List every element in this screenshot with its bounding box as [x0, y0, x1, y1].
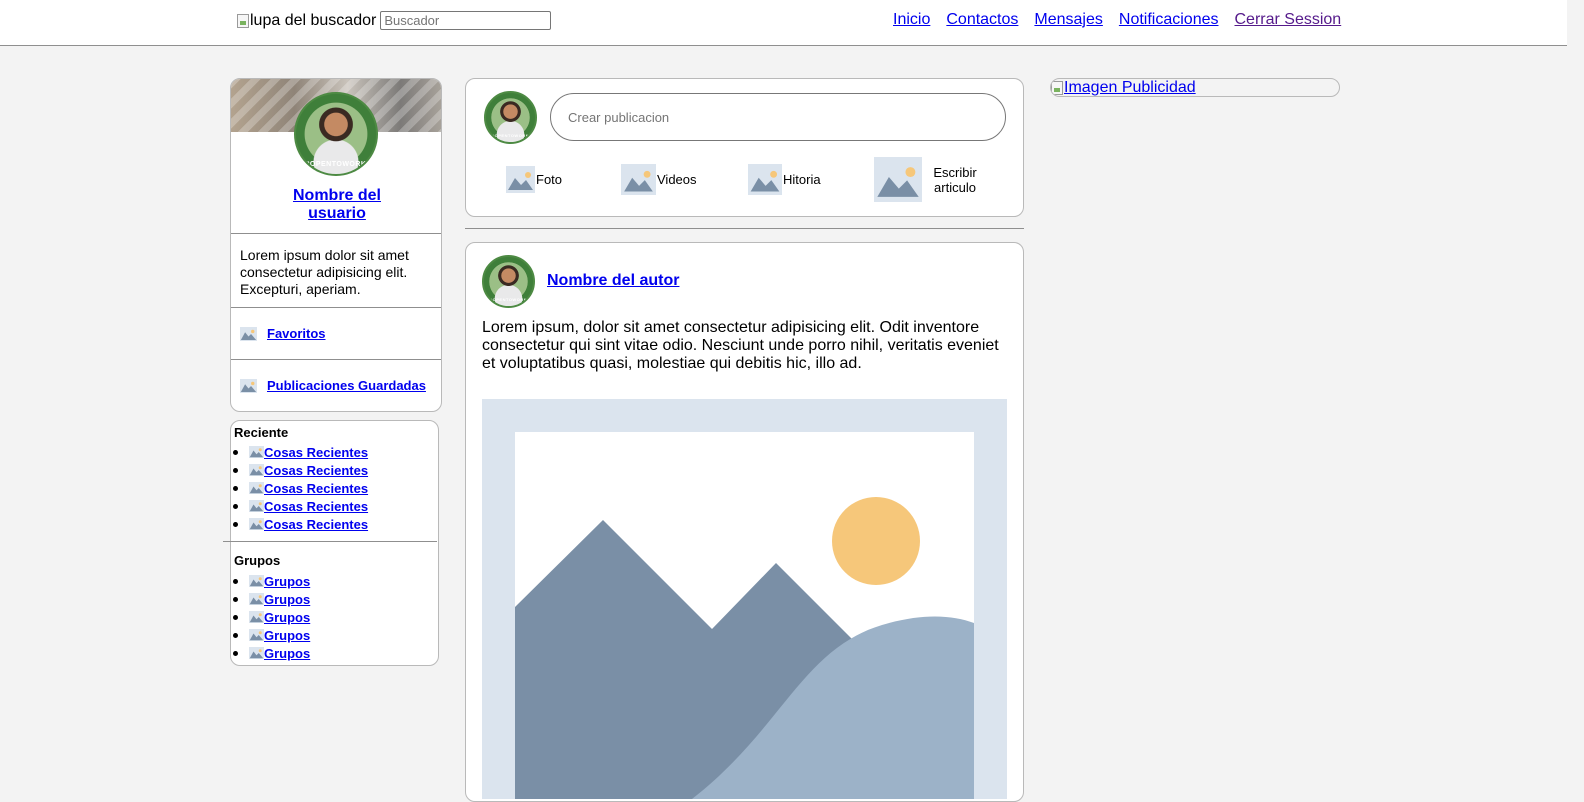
divider: [231, 307, 441, 308]
recent-heading: Reciente: [234, 425, 289, 440]
image-placeholder-icon: [249, 500, 264, 512]
post-image: [482, 399, 1007, 799]
profile-avatar: #OPENTOWORK: [294, 92, 378, 176]
nav-inicio[interactable]: Inicio: [893, 11, 930, 29]
videos-label: Videos: [657, 172, 697, 187]
list-item: Grupos: [232, 608, 310, 626]
ad-alt-text: Imagen Publicidad: [1064, 79, 1196, 96]
image-placeholder-icon: [249, 446, 264, 458]
feed-divider: [465, 228, 1024, 229]
list-item: Grupos: [232, 644, 310, 662]
image-placeholder-icon: [249, 647, 264, 659]
broken-image-icon: [237, 13, 249, 28]
divider: [231, 359, 441, 360]
author-name-link[interactable]: Nombre del autor: [547, 272, 679, 290]
photo-button[interactable]: Foto: [506, 166, 562, 193]
image-placeholder-icon: [249, 575, 264, 587]
author-avatar: #OPENTOWORK: [482, 255, 535, 308]
recent-link[interactable]: Cosas Recientes: [264, 517, 368, 532]
image-placeholder-icon: [249, 464, 264, 476]
list-item: Grupos: [232, 626, 310, 644]
image-placeholder-icon: [249, 593, 264, 605]
photo-label: Foto: [536, 172, 563, 187]
image-placeholder-icon: [249, 518, 264, 530]
nav-mensajes[interactable]: Mensajes: [1034, 11, 1102, 29]
search-icon: lupa del buscador: [237, 12, 376, 30]
search-input[interactable]: [380, 11, 552, 30]
list-item: Grupos: [232, 590, 310, 608]
group-link[interactable]: Grupos: [264, 610, 310, 625]
broken-image-icon: [1051, 80, 1063, 95]
publicaciones-guardadas-item: Publicaciones Guardadas: [240, 378, 426, 393]
top-header: lupa del buscador Inicio Contactos Mensa…: [0, 0, 1584, 46]
image-placeholder-icon: [506, 166, 535, 193]
profile-name-link[interactable]: Nombre del usuario: [282, 187, 392, 223]
ad-link[interactable]: Imagen Publicidad: [1051, 79, 1196, 96]
nav-contactos[interactable]: Contactos: [946, 11, 1018, 29]
image-placeholder-icon: [240, 378, 257, 393]
create-post-input[interactable]: Crear publicacion: [550, 93, 1006, 141]
image-placeholder-icon: [240, 326, 257, 341]
list-item: Grupos: [232, 572, 310, 590]
groups-heading: Grupos: [234, 553, 281, 568]
composer-avatar: #OPENTOWORK: [484, 91, 537, 144]
profile-name: Nombre del usuario: [231, 187, 441, 223]
create-post-card: #OPENTOWORK Crear publicacion Foto Video…: [465, 78, 1024, 217]
image-placeholder-icon: [249, 629, 264, 641]
group-link[interactable]: Grupos: [264, 592, 310, 607]
group-link[interactable]: Grupos: [264, 646, 310, 661]
scrollbar[interactable]: [1567, 0, 1584, 775]
image-placeholder-icon: [249, 482, 264, 494]
profile-description: Lorem ipsum dolor sit amet consectetur a…: [240, 247, 409, 297]
nav-notificaciones[interactable]: Notificaciones: [1119, 11, 1219, 29]
divider: [231, 233, 441, 234]
list-item: Cosas Recientes: [232, 479, 368, 497]
search-bar: lupa del buscador: [237, 11, 552, 30]
image-placeholder-icon: [748, 164, 782, 195]
recent-link[interactable]: Cosas Recientes: [264, 499, 368, 514]
recent-link[interactable]: Cosas Recientes: [264, 445, 368, 460]
divider: [223, 541, 437, 542]
historia-button[interactable]: Hitoria: [748, 164, 821, 195]
nav-cerrar-session[interactable]: Cerrar Session: [1235, 11, 1342, 29]
search-icon-alt-text: lupa del buscador: [250, 11, 377, 29]
open-to-work-badge: #OPENTOWORK: [489, 297, 528, 302]
favoritos-item: Favoritos: [240, 326, 326, 341]
profile-card: #OPENTOWORK Nombre del usuario Lorem ips…: [230, 78, 442, 412]
recent-groups-card: Reciente Cosas Recientes Cosas Recientes…: [223, 420, 439, 666]
recent-link[interactable]: Cosas Recientes: [264, 481, 368, 496]
recent-list: Cosas Recientes Cosas Recientes Cosas Re…: [232, 443, 368, 533]
main-nav: Inicio Contactos Mensajes Notificaciones…: [893, 11, 1341, 29]
videos-button[interactable]: Videos: [621, 164, 697, 195]
recent-link[interactable]: Cosas Recientes: [264, 463, 368, 478]
write-article-label: Escribir articulo: [933, 164, 977, 195]
list-item: Cosas Recientes: [232, 497, 368, 515]
image-placeholder-icon: [621, 164, 656, 195]
post-card: #OPENTOWORK Nombre del autor Lorem ipsum…: [465, 242, 1024, 802]
list-item: Cosas Recientes: [232, 443, 368, 461]
ad-banner: Imagen Publicidad: [1050, 78, 1340, 97]
image-placeholder-icon: [249, 611, 264, 623]
write-article-button[interactable]: Escribir articulo: [874, 157, 980, 202]
group-link[interactable]: Grupos: [264, 628, 310, 643]
open-to-work-badge: #OPENTOWORK: [305, 161, 367, 168]
image-placeholder-icon: [482, 399, 1007, 799]
post-text: Lorem ipsum, dolor sit amet consectetur …: [482, 319, 999, 372]
group-link[interactable]: Grupos: [264, 574, 310, 589]
favoritos-link[interactable]: Favoritos: [267, 326, 326, 341]
list-item: Cosas Recientes: [232, 461, 368, 479]
image-placeholder-icon: [874, 157, 922, 202]
historia-label: Hitoria: [783, 172, 821, 187]
publicaciones-guardadas-link[interactable]: Publicaciones Guardadas: [267, 378, 426, 393]
list-item: Cosas Recientes: [232, 515, 368, 533]
open-to-work-badge: #OPENTOWORK: [491, 133, 530, 138]
groups-list: Grupos Grupos Grupos Grupos Grupos: [232, 572, 310, 662]
